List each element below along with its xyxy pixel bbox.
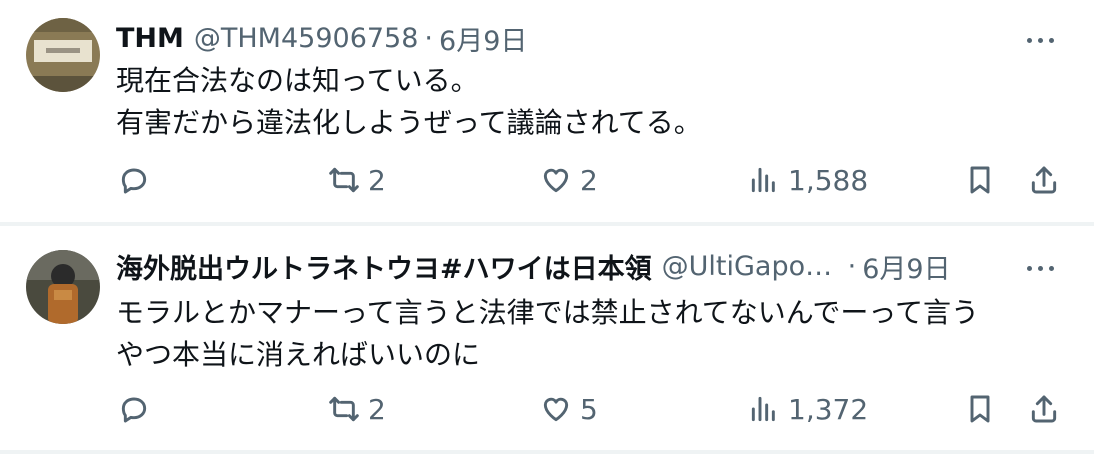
reply-button[interactable] — [118, 157, 158, 203]
views-icon — [751, 167, 775, 193]
share-button[interactable] — [1028, 386, 1060, 432]
display-name[interactable]: THM — [116, 23, 184, 54]
views-button[interactable]: 1,588 — [748, 157, 868, 203]
views-count: 1,372 — [788, 392, 869, 426]
display-name[interactable]: 海外脱出ウルトラネトウヨ#ハワイは日本領 — [116, 247, 652, 286]
retweet-button[interactable]: 2 — [328, 157, 386, 203]
heart-icon — [543, 397, 569, 422]
avatar[interactable] — [26, 18, 100, 92]
user-handle[interactable]: @THM45906758 — [194, 23, 419, 54]
retweet-icon — [329, 167, 359, 193]
avatar-image — [26, 250, 100, 324]
tweet-header: 海外脱出ウルトラネトウヨ#ハワイは日本領 @UltiGaponUyoTrump … — [116, 246, 984, 286]
bookmark-icon — [970, 166, 990, 194]
avatar[interactable] — [26, 250, 100, 324]
views-button[interactable]: 1,372 — [748, 386, 868, 432]
like-count: 5 — [580, 392, 598, 426]
heart-icon — [543, 168, 569, 193]
separator-dot: · — [847, 250, 857, 282]
reply-button[interactable] — [118, 386, 158, 432]
like-button[interactable]: 2 — [540, 157, 598, 203]
avatar-image — [26, 18, 100, 92]
tweet-text: 現在合法なのは知っている。 有害だから違法化しようぜって議論されてる。 — [116, 60, 1064, 144]
user-handle[interactable]: @UltiGaponUyoTrump — [662, 251, 842, 282]
retweet-count: 2 — [368, 163, 386, 197]
bookmark-button[interactable] — [964, 386, 996, 432]
share-icon — [1031, 395, 1057, 423]
tweet-text-line: 現在合法なのは知っている。 — [116, 64, 479, 97]
views-icon — [751, 396, 775, 422]
retweet-count: 2 — [368, 392, 386, 426]
like-count: 2 — [580, 163, 598, 197]
tweet-text-line: 有害だから違法化しようぜって議論されてる。 — [116, 106, 702, 139]
tweet-text-line: モラルとかマナーって言うと法律では禁止されてないんでーって言う — [116, 296, 979, 329]
share-icon — [1031, 166, 1057, 194]
share-button[interactable] — [1028, 157, 1060, 203]
retweet-icon — [329, 396, 359, 422]
views-count: 1,588 — [788, 163, 869, 197]
action-bar: 2 5 1,372 — [116, 386, 1064, 432]
reply-icon — [121, 397, 147, 423]
bookmark-button[interactable] — [964, 157, 996, 203]
more-icon[interactable] — [1020, 20, 1060, 60]
retweet-button[interactable]: 2 — [328, 386, 386, 432]
tweet-header: THM @THM45906758 · 6月9日 — [116, 18, 984, 58]
reply-icon — [121, 168, 147, 194]
separator-dot: · — [424, 22, 434, 54]
bookmark-icon — [970, 395, 990, 423]
tweet-text-line: やつ本当に消えればいいのに — [116, 338, 481, 371]
tweet[interactable]: THM @THM45906758 · 6月9日 現在合法なのは知っている。 有害… — [0, 0, 1094, 223]
action-bar: 2 2 1,588 — [116, 157, 1064, 203]
tweet-text: モラルとかマナーって言うと法律では禁止されてないんでーって言う やつ本当に消えれ… — [116, 292, 1064, 376]
tweet-date[interactable]: 6月9日 — [439, 19, 527, 58]
tweet-date[interactable]: 6月9日 — [862, 247, 950, 286]
like-button[interactable]: 5 — [540, 386, 598, 432]
more-icon[interactable] — [1020, 248, 1060, 288]
tweet-separator — [0, 450, 1094, 454]
tweet[interactable]: 海外脱出ウルトラネトウヨ#ハワイは日本領 @UltiGaponUyoTrump … — [0, 226, 1094, 454]
